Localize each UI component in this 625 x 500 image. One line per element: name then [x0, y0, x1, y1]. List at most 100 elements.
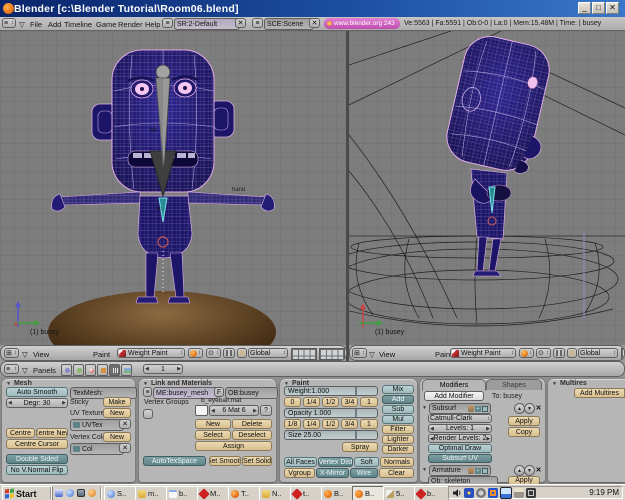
task-button-blender-1[interactable]: B..	[321, 486, 356, 500]
task-button-folder-m[interactable]: m..	[135, 486, 170, 500]
manipulator-hand-icon[interactable]	[237, 348, 247, 358]
viewport-front[interactable]: he hand le.. (1) busey	[0, 31, 346, 345]
camera-icon[interactable]	[526, 488, 536, 498]
menu-file[interactable]: File	[30, 20, 42, 29]
weight-preset-threequarter[interactable]: 3/4	[341, 397, 358, 407]
autotexspace-toggle[interactable]: AutoTexSpace	[143, 456, 206, 466]
optimal-draw-toggle[interactable]: Optimal Draw	[428, 444, 492, 453]
scene-buttons-icon[interactable]	[121, 364, 132, 376]
draw-type-icon[interactable]: ↕	[519, 348, 534, 358]
subsurf-apply-button[interactable]: Apply	[508, 416, 540, 426]
tab-shapes[interactable]: Shapes	[486, 379, 542, 390]
task-button-notepad[interactable]: b..	[166, 486, 201, 500]
menu-view[interactable]: View	[33, 350, 49, 359]
start-button[interactable]: Start	[2, 486, 53, 500]
material-deselect-button[interactable]: Deselect	[232, 430, 272, 440]
menu-add[interactable]: Add	[48, 20, 61, 29]
auto-smooth-button[interactable]: Auto Smooth	[6, 387, 68, 397]
screen-name-field[interactable]: SR:2-Default	[174, 18, 240, 30]
task-button-pen[interactable]: 5..	[383, 486, 418, 500]
header-collapse-icon[interactable]: ▽	[22, 350, 28, 359]
orientation-dropdown[interactable]: Global ↕	[578, 348, 618, 358]
editing-buttons-icon[interactable]	[109, 364, 120, 376]
show-desktop-icon[interactable]	[77, 489, 85, 497]
subsurf-levels-stepper[interactable]: ◀ Levels: 1 ▶	[428, 424, 492, 433]
subsurf-render-levels-stepper[interactable]: ◀ Render Levels: 2 ▶	[428, 434, 492, 443]
sticky-make-button[interactable]: Make	[103, 397, 131, 407]
material-color-swatch[interactable]	[195, 405, 208, 416]
layer-buttons-group1[interactable]	[291, 348, 317, 360]
menu-render[interactable]: Render	[118, 20, 143, 29]
weight-slider[interactable]: Weight:1.000	[284, 386, 378, 396]
vertex-group-button[interactable]	[143, 409, 153, 419]
editor-type-icon[interactable]: ⊞↕	[352, 348, 367, 358]
viewport-side[interactable]: (1) busey	[349, 31, 625, 345]
normals-toggle[interactable]: Normals	[380, 457, 414, 467]
panel-mesh-title[interactable]: ▼ Mesh	[6, 380, 32, 387]
armature-collapse-icon[interactable]: ▼	[422, 467, 427, 473]
mode-dropdown[interactable]: Weight Paint ↕	[450, 348, 516, 358]
subsurf-collapse-icon[interactable]: ▼	[422, 405, 427, 411]
restore-button[interactable]: □	[592, 2, 605, 14]
no-vnormal-flip-toggle[interactable]: No V.Normal Flip	[6, 465, 68, 475]
task-button-firefox[interactable]: T..	[228, 486, 263, 500]
menu-game[interactable]: Game	[96, 20, 116, 29]
vertex-color-new-button[interactable]: New	[103, 432, 131, 442]
layer-buttons-group1[interactable]	[621, 348, 625, 360]
subsurf-name-field[interactable]: Subsurf +	[429, 403, 491, 414]
mode-dropdown[interactable]: Weight Paint ↕	[117, 348, 185, 358]
menu-help[interactable]: Help	[145, 20, 160, 29]
editmode-toggle-icon[interactable]: +	[475, 468, 481, 474]
task-button-app-t[interactable]: t..	[290, 486, 325, 500]
pivot-icon[interactable]: ⊙↕	[206, 348, 221, 358]
minimize-button[interactable]: _	[578, 2, 591, 14]
menu-paint[interactable]: Paint	[93, 350, 110, 359]
col-delete-button[interactable]: ✕	[119, 443, 131, 453]
x-mirror-toggle[interactable]: X-Mirror	[316, 468, 349, 478]
panel-link-title[interactable]: ▼ Link and Materials	[143, 380, 212, 387]
render-toggle-icon[interactable]	[468, 406, 474, 412]
size-slider[interactable]: Size 25.00	[284, 430, 378, 440]
col-name-field[interactable]: Col	[70, 443, 124, 455]
vgroup-toggle[interactable]: Vgroup	[284, 468, 315, 478]
logic-buttons-icon[interactable]	[61, 364, 72, 376]
pivot-icon[interactable]: ⊙↕	[536, 348, 551, 358]
uvtex-delete-button[interactable]: ✕	[119, 419, 131, 429]
material-question-button[interactable]: ?	[260, 405, 272, 416]
clear-button[interactable]: Clear	[379, 468, 414, 478]
subsurf-copy-button[interactable]: Copy	[508, 427, 540, 437]
proportional-edit-icon[interactable]	[553, 348, 565, 358]
opacity-preset-quarter[interactable]: 1/4	[303, 419, 320, 429]
weight-preset-1[interactable]: 1	[360, 397, 378, 407]
blend-add-button[interactable]: Add	[382, 395, 414, 404]
draw-type-icon[interactable]: ↕	[188, 348, 203, 358]
menu-timeline[interactable]: Timeline	[64, 20, 92, 29]
header-collapse-icon[interactable]: ▽	[19, 20, 25, 29]
frame-number-stepper[interactable]: ◀ 1 ▶	[143, 364, 183, 374]
weight-preset-quarter[interactable]: 1/4	[303, 397, 320, 407]
fake-user-button[interactable]: F	[214, 387, 224, 397]
panels-menu[interactable]: Panels	[33, 366, 56, 375]
task-button-app-b[interactable]: b..	[414, 486, 449, 500]
scene-browse-icon[interactable]: ≡	[252, 18, 263, 28]
armature-name-field[interactable]: Armature +	[429, 465, 491, 476]
screen-delete-button[interactable]: ✕	[235, 18, 246, 28]
material-assign-button[interactable]: Assign	[195, 441, 272, 451]
task-button-search[interactable]: S..	[104, 486, 139, 500]
uvtex-name-field[interactable]: UVTex	[70, 419, 124, 431]
subsurf-delete-button[interactable]: ✕	[534, 403, 543, 413]
mesh-browse-icon[interactable]: ≡	[143, 387, 152, 397]
search-icon[interactable]	[66, 489, 74, 497]
display-toggle-icon[interactable]	[482, 406, 488, 412]
menu-view[interactable]: View	[379, 350, 395, 359]
subsurf-type-dropdown[interactable]: Catmull-Clark ↕	[428, 414, 492, 423]
blend-mix-button[interactable]: Mix	[382, 385, 414, 394]
quicklaunch-app-icon[interactable]	[88, 489, 96, 497]
printer-icon[interactable]	[514, 488, 524, 498]
editor-type-icon[interactable]: ⊞↕	[4, 348, 19, 358]
header-collapse-icon[interactable]: ▽	[369, 350, 375, 359]
layer-buttons-group2[interactable]	[319, 348, 345, 360]
render-toggle-icon[interactable]	[468, 468, 474, 474]
soft-toggle[interactable]: Soft	[354, 457, 379, 467]
blend-mul-button[interactable]: Mul	[382, 415, 414, 424]
